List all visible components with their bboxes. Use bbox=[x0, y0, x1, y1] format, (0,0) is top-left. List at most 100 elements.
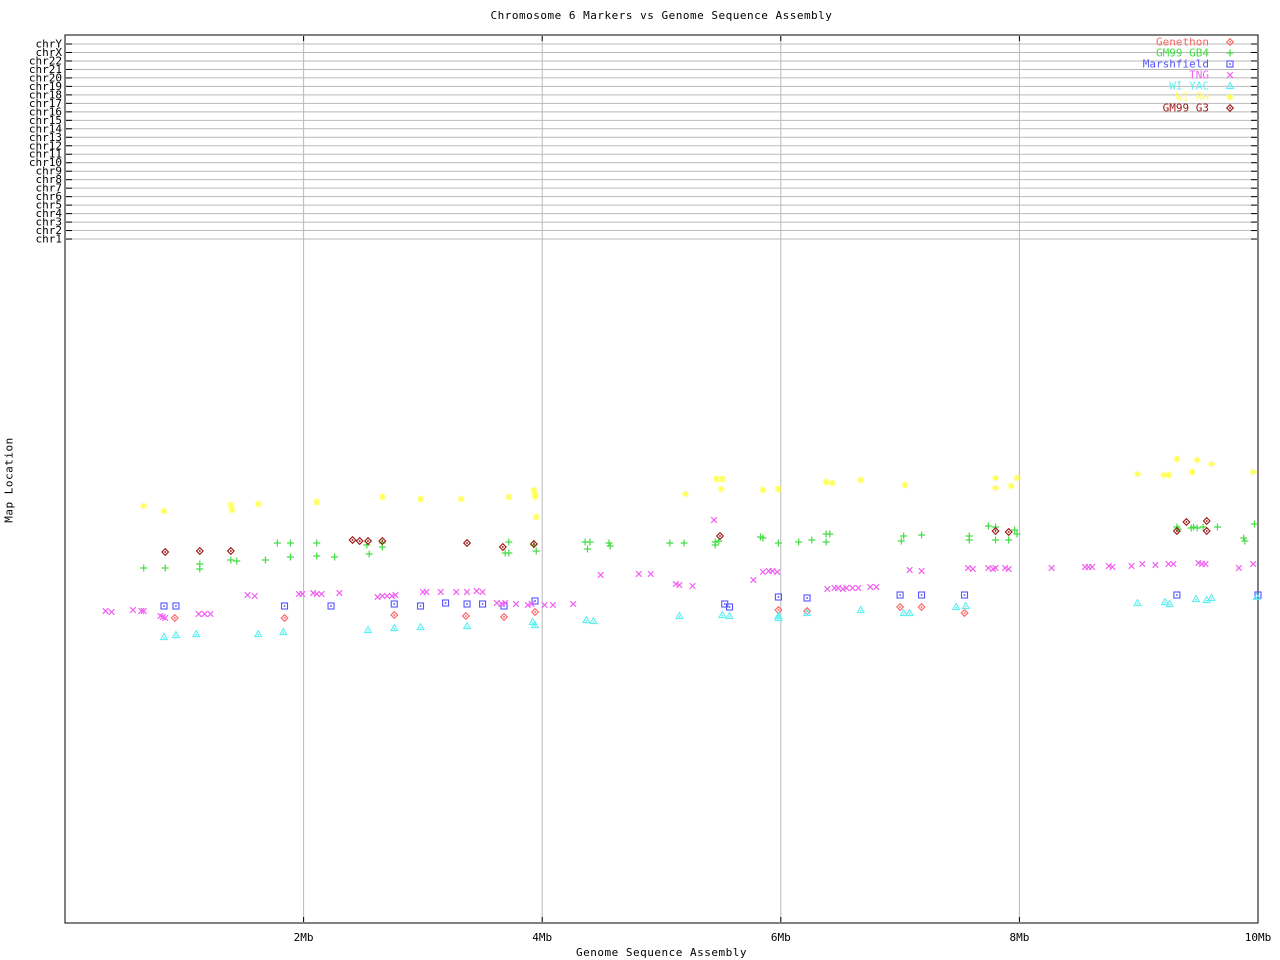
data-point-tng bbox=[1088, 563, 1096, 571]
data-point-gm99-g3 bbox=[1007, 531, 1010, 533]
data-point-gm99-gb4 bbox=[666, 539, 674, 547]
data-point-wi-rh bbox=[254, 500, 262, 508]
data-point-wi-rh bbox=[1188, 468, 1196, 476]
data-point-wi-rh bbox=[901, 481, 909, 489]
data-point-wi-yac bbox=[725, 611, 734, 620]
data-point-wi-yac bbox=[899, 608, 909, 617]
data-point-wi-yac bbox=[905, 608, 914, 617]
legend-marker-diamond-dot-icon bbox=[1229, 107, 1231, 109]
data-point-gm99-g3 bbox=[367, 540, 369, 542]
data-point-genethon bbox=[173, 617, 176, 619]
data-point-wi-rh bbox=[378, 493, 386, 501]
data-point-gm99-gb4 bbox=[505, 549, 513, 557]
data-point-genethon bbox=[777, 609, 780, 611]
data-point-gm99-gb4 bbox=[826, 530, 834, 538]
data-point-wi-rh bbox=[1007, 482, 1015, 490]
data-point-wi-rh bbox=[1249, 468, 1257, 476]
data-point-wi-rh bbox=[822, 478, 830, 486]
legend-marker-plus-icon bbox=[1226, 49, 1234, 57]
data-point-marshfield bbox=[899, 594, 901, 596]
data-point-tng bbox=[635, 570, 643, 578]
data-point-gm99-gb4 bbox=[795, 538, 803, 546]
data-point-marshfield bbox=[723, 603, 726, 605]
data-point-gm99-gb4 bbox=[286, 539, 294, 547]
data-point-gm99-gb4 bbox=[365, 550, 373, 558]
legend-marker-diamond-dot-icon bbox=[1229, 41, 1231, 43]
data-point-tng bbox=[873, 583, 880, 591]
data-point-wi-rh bbox=[857, 476, 865, 484]
data-point-tng bbox=[108, 608, 115, 616]
data-point-tng bbox=[201, 610, 208, 618]
data-point-gm99-gb4 bbox=[261, 556, 269, 564]
data-point-tng bbox=[769, 567, 776, 575]
legend-marker-triangle-dot-icon bbox=[1229, 86, 1231, 88]
data-point-gm99-gb4 bbox=[196, 565, 204, 573]
data-point-genethon bbox=[899, 606, 901, 608]
data-point-tng bbox=[569, 600, 577, 608]
data-point-gm99-gb4 bbox=[227, 556, 235, 564]
data-point-wi-yac bbox=[393, 628, 396, 630]
legend: GenethonGM99 GB4MarshfieldTNGWI YACWI RH… bbox=[1143, 36, 1235, 115]
data-point-genethon bbox=[534, 611, 536, 613]
data-point-tng bbox=[855, 584, 862, 592]
data-point-wi-yac bbox=[163, 637, 165, 639]
data-point-gm99-g3 bbox=[533, 543, 535, 545]
data-point-tng bbox=[207, 610, 214, 618]
data-point-tng bbox=[512, 600, 520, 608]
data-point-tng bbox=[918, 567, 925, 575]
series-gm99-g3 bbox=[161, 516, 1211, 557]
data-point-wi-yac bbox=[859, 610, 862, 612]
data-point-gm99-g3 bbox=[994, 530, 997, 532]
data-point-wi-yac bbox=[1252, 592, 1262, 601]
data-point-gm99-g3 bbox=[1185, 521, 1188, 523]
data-point-wi-yac bbox=[282, 632, 285, 634]
data-point-wi-yac bbox=[191, 629, 201, 638]
data-point-gm99-gb4 bbox=[586, 538, 594, 546]
data-point-tng bbox=[374, 593, 381, 601]
data-point-tng bbox=[379, 592, 386, 600]
data-point-wi-yac bbox=[195, 634, 198, 636]
data-point-tng bbox=[102, 607, 109, 615]
data-point-tng bbox=[251, 592, 258, 600]
data-point-wi-rh bbox=[1193, 456, 1201, 464]
data-point-tng bbox=[985, 564, 992, 572]
data-point-wi-yac bbox=[592, 621, 595, 623]
data-point-wi-yac bbox=[1191, 594, 1201, 603]
data-point-genethon bbox=[503, 616, 505, 618]
data-point-wi-yac bbox=[363, 625, 373, 634]
data-point-wi-yac bbox=[678, 616, 681, 618]
data-point-marshfield bbox=[806, 597, 808, 599]
series-tng bbox=[102, 516, 1257, 622]
data-point-gm99-gb4 bbox=[1193, 524, 1201, 532]
data-point-gm99-gb4 bbox=[984, 522, 992, 530]
x-tick-label: 8Mb bbox=[1009, 931, 1029, 944]
legend-marker-square-dot-icon bbox=[1229, 63, 1231, 65]
data-point-gm99-gb4 bbox=[313, 539, 321, 547]
data-point-wi-rh bbox=[227, 501, 235, 509]
data-point-wi-yac bbox=[951, 602, 961, 611]
data-point-tng bbox=[463, 588, 471, 596]
data-point-gm99-gb4 bbox=[313, 552, 321, 560]
data-point-gm99-gb4 bbox=[822, 538, 830, 546]
data-point-wi-yac bbox=[1256, 597, 1258, 599]
data-point-wi-yac bbox=[1136, 603, 1139, 605]
data-point-wi-yac bbox=[908, 613, 911, 615]
data-point-wi-rh bbox=[681, 490, 689, 498]
data-point-marshfield bbox=[175, 605, 177, 607]
data-point-wi-yac bbox=[531, 622, 534, 624]
data-point-tng bbox=[969, 565, 977, 573]
data-point-wi-yac bbox=[1205, 600, 1208, 602]
data-point-genethon bbox=[465, 615, 467, 617]
data-point-tng bbox=[318, 590, 325, 598]
data-point-wi-rh bbox=[140, 502, 148, 510]
data-point-gm99-gb4 bbox=[532, 547, 540, 555]
data-point-tng bbox=[423, 588, 430, 596]
legend-marker-triangle-dot-icon bbox=[1225, 81, 1235, 90]
data-point-tng bbox=[689, 582, 696, 590]
x-tick-label: 4Mb bbox=[532, 931, 552, 944]
data-point-tng bbox=[1128, 562, 1135, 570]
data-point-wi-yac bbox=[253, 629, 263, 638]
data-point-wi-yac bbox=[175, 635, 177, 637]
data-point-wi-yac bbox=[419, 627, 422, 629]
data-point-wi-yac bbox=[416, 622, 425, 631]
